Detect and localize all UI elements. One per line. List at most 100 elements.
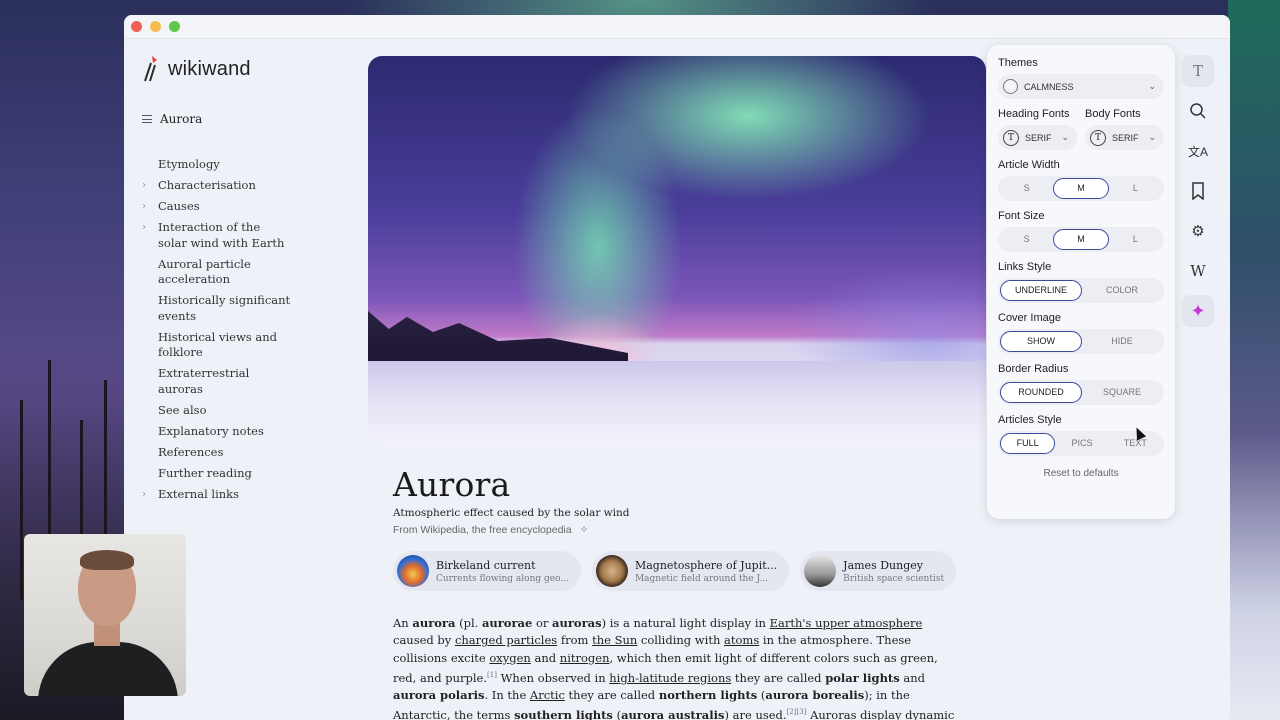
related-card[interactable]: Magnetosphere of Jupit... Magnetic field … [591,551,790,591]
border-radius-toggle: ROUNDED SQUARE [998,380,1164,405]
option-hide[interactable]: HIDE [1082,331,1162,352]
browser-window: wikiwand Aurora Etymology › Characterisat… [124,15,1230,720]
toc-header[interactable]: Aurora [142,112,202,126]
article-link[interactable]: Arctic [530,688,565,702]
theme-value: CALMNESS [1024,81,1074,92]
option-square[interactable]: SQUARE [1082,382,1162,403]
chevron-right-icon [142,403,158,419]
body-font-value: SERIF [1112,132,1139,143]
search-icon [1190,103,1206,119]
cover-image[interactable] [368,56,986,445]
wikipedia-button[interactable]: W [1182,255,1214,287]
option-underline[interactable]: UNDERLINE [1000,280,1082,301]
option-m[interactable]: M [1053,178,1109,199]
desktop-wallpaper-right [1228,0,1280,720]
option-l[interactable]: L [1109,178,1162,199]
article-source: From Wikipedia, the free encyclopedia ✧ [393,524,963,536]
article-link[interactable]: Antarctic [393,708,447,720]
snow-field [368,361,986,445]
reset-to-defaults-button[interactable]: Reset to defaults [998,468,1164,479]
toc-item[interactable]: › Interaction of the solar wind with Eart… [142,220,292,251]
heading-fonts-label: Heading Fonts [998,108,1070,120]
toc-item[interactable]: Auroral particle acceleration [142,257,292,288]
table-of-contents: Etymology › Characterisation › Causes › Int… [142,157,292,508]
option-s[interactable]: S [1000,229,1053,250]
body-font-dropdown[interactable]: T SERIF ⌄ [1085,125,1164,150]
option-full[interactable]: FULL [1000,433,1056,454]
body-fonts-label: Body Fonts [1085,108,1141,120]
article-link[interactable]: atoms [724,633,759,647]
close-window-button[interactable] [131,21,142,32]
card-subtitle: Magnetic field around the J... [634,573,769,584]
toc-item[interactable]: References [142,445,292,461]
card-subtitle: British space scientist [843,573,945,584]
font-size-group: Font Size SML [998,210,1164,252]
border-radius-group: Border Radius ROUNDED SQUARE [998,363,1164,405]
chevron-right-icon [142,466,158,482]
toc-item[interactable]: Explanatory notes [142,424,292,440]
toc-item[interactable]: Historical views and folklore [142,330,292,361]
wikiwand-logo[interactable]: wikiwand [142,55,251,83]
option-show[interactable]: SHOW [1000,331,1082,352]
webcam-overlay [24,534,186,696]
option-color[interactable]: COLOR [1082,280,1162,301]
card-thumbnail [804,555,837,587]
related-card[interactable]: Birkeland current Currents flowing along … [393,551,581,591]
text-style-button[interactable]: T [1182,55,1214,87]
related-card[interactable]: James Dungey British space scientist [800,551,957,591]
border-radius-label: Border Radius [998,363,1069,375]
article-header: Aurora Atmospheric effect caused by the … [393,465,963,536]
toc-item[interactable]: › External links [142,487,292,503]
chevron-down-icon: ⌄ [1148,132,1156,142]
heading-font-dropdown[interactable]: T SERIF ⌄ [998,125,1077,150]
gear-icon: ⚙ [1191,223,1205,240]
toc-item[interactable]: Extraterrestrial auroras [142,366,292,397]
chevron-right-icon[interactable]: › [142,220,158,251]
chevron-right-icon [142,445,158,461]
bookmark-button[interactable] [1182,175,1214,207]
article-link[interactable]: the Sun [592,633,637,647]
cover-image-toggle: SHOW HIDE [998,329,1164,354]
minimize-window-button[interactable] [150,21,161,32]
chevron-right-icon [142,424,158,440]
toc-item[interactable]: › Characterisation [142,178,292,194]
option-pics[interactable]: PICS [1055,433,1108,454]
settings-button[interactable]: ⚙ [1182,215,1214,247]
text-style-icon: T [1192,62,1203,80]
right-toolbar: T 文A ⚙ W ✦ [1182,55,1214,327]
option-s[interactable]: S [1000,178,1053,199]
toc-item[interactable]: Etymology [142,157,292,173]
article-link[interactable]: high-latitude regions [609,671,731,685]
citation[interactable]: [3] [797,708,807,716]
theme-dropdown[interactable]: CALMNESS ⌄ [998,74,1164,99]
article-link[interactable]: oxygen [489,651,530,665]
article-width-label: Article Width [998,159,1060,171]
ai-assistant-button[interactable]: ✦ [1182,295,1214,327]
ai-sparkle-icon: ✦ [1190,300,1206,321]
article-link[interactable]: Earth's upper atmosphere [770,616,923,630]
source-text: From Wikipedia, the free encyclopedia [393,524,572,536]
article-body: An aurora (pl. aurorae or auroras) is a … [393,615,963,720]
wikiwand-logo-icon [144,56,157,82]
ai-sparkle-icon[interactable]: ✧ [580,524,589,536]
article-link[interactable]: nitrogen [560,651,610,665]
maximize-window-button[interactable] [169,21,180,32]
option-rounded[interactable]: ROUNDED [1000,382,1082,403]
option-m[interactable]: M [1053,229,1109,250]
citation[interactable]: [1] [487,671,497,679]
toc-item[interactable]: See also [142,403,292,419]
search-button[interactable] [1182,95,1214,127]
links-style-label: Links Style [998,261,1052,273]
option-l[interactable]: L [1109,229,1162,250]
citation[interactable]: [2] [787,708,797,716]
chevron-right-icon[interactable]: › [142,487,158,503]
chevron-right-icon [142,330,158,361]
chevron-right-icon [142,293,158,324]
chevron-right-icon[interactable]: › [142,199,158,215]
toc-item[interactable]: › Causes [142,199,292,215]
toc-item[interactable]: Further reading [142,466,292,482]
toc-item[interactable]: Historically significant events [142,293,292,324]
translate-button[interactable]: 文A [1182,135,1214,167]
chevron-right-icon[interactable]: › [142,178,158,194]
article-link[interactable]: charged particles [455,633,557,647]
